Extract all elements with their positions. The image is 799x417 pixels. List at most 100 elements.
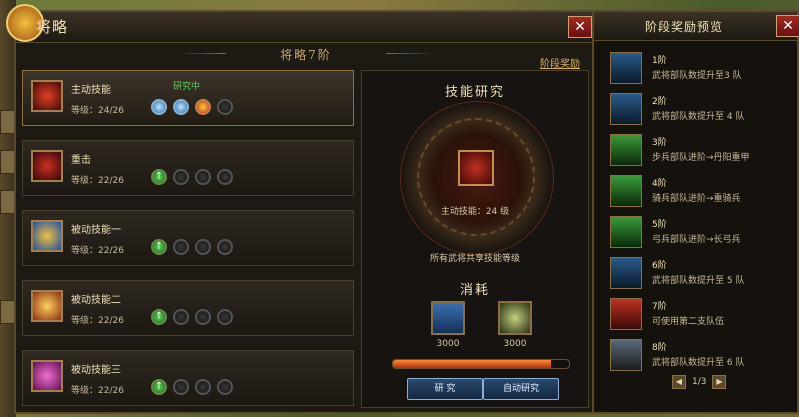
rune-slot-icon[interactable] (151, 99, 167, 115)
troops-icon (610, 52, 642, 84)
skill-name: 被动技能三 (71, 365, 121, 376)
reward-tier: 4阶 (652, 179, 667, 189)
rune-slot-icon[interactable] (195, 239, 211, 255)
skill-rune-slots: ↑ (151, 379, 239, 399)
reward-tier: 3阶 (652, 138, 667, 148)
rune-slot-icon[interactable] (217, 169, 233, 185)
panel-titlebar: 将略 ✕ (6, 4, 592, 43)
skill-name: 被动技能一 (71, 225, 121, 236)
cavalry-icon (610, 175, 642, 207)
reward-item: 2阶 武将部队数提升至 4 队 (610, 91, 786, 129)
strategy-panel: 将略 ✕ 将略7阶 阶段奖励 主动技能 研究中 等级：24/26 重击 等级：2… (6, 4, 594, 414)
pagination: ◀ 1/3 ▶ (672, 375, 727, 389)
skill-row[interactable]: 被动技能一 等级：22/26 ↑ (22, 210, 354, 266)
troops-icon (610, 339, 642, 371)
researching-status: 研究中 (173, 82, 201, 92)
warrior-attack-icon (458, 150, 494, 186)
prev-page-icon[interactable]: ◀ (672, 375, 686, 389)
troops-icon (610, 257, 642, 289)
research-skill-level: 主动技能：24 级 (440, 207, 510, 217)
reward-tier: 2阶 (652, 97, 667, 107)
rune-slot-icon[interactable] (173, 239, 189, 255)
reward-tier: 6阶 (652, 261, 667, 271)
skill-name: 被动技能二 (71, 295, 121, 306)
skill-name: 重击 (71, 155, 91, 166)
reward-tier: 5阶 (652, 220, 667, 230)
skill-level: 等级：22/26 (71, 246, 124, 256)
token-icon[interactable] (498, 301, 532, 335)
skill-rune-slots: ↑ (151, 309, 239, 329)
rune-slot-icon[interactable] (173, 379, 189, 395)
reward-preview-panel: 阶段奖励预览 ✕ 1阶 武将部队数提升至3 队 2阶 武将部队数提升至 4 队 … (592, 10, 799, 414)
rune-slot-icon[interactable] (195, 99, 211, 115)
rune-slot-icon[interactable] (217, 379, 233, 395)
close-button[interactable]: ✕ (568, 16, 592, 38)
reward-tier: 1阶 (652, 56, 667, 66)
stage-subtitle: 将略7阶 (176, 46, 386, 63)
skill-rune-slots: ↑ (151, 239, 239, 259)
reward-header: 阶段奖励预览 ✕ (594, 12, 799, 41)
skill-list: 主动技能 研究中 等级：24/26 重击 等级：22/26 ↑ 被动技能一 等级… (22, 70, 354, 408)
reward-text: 武将部队数提升至 4 队 (652, 112, 745, 122)
reward-text: 武将部队数提升至 5 队 (652, 276, 745, 286)
rune-slot-icon[interactable] (195, 379, 211, 395)
reward-text: 步兵部队进阶→丹阳重甲 (652, 153, 750, 163)
progress-fill (393, 360, 552, 368)
reward-item: 4阶 骑兵部队进阶→重骑兵 (610, 173, 786, 211)
reward-item: 5阶 弓兵部队进阶→长弓兵 (610, 214, 786, 252)
cost-amount: 3000 (503, 339, 527, 349)
cost-title: 消耗 (459, 283, 490, 298)
upgrade-arrow-icon[interactable]: ↑ (151, 309, 167, 325)
rune-slot-icon[interactable] (217, 99, 233, 115)
close-button[interactable]: ✕ (776, 15, 799, 37)
rune-slot-icon[interactable] (173, 99, 189, 115)
rune-slot-icon[interactable] (173, 169, 189, 185)
rune-slot-icon[interactable] (217, 239, 233, 255)
second-team-icon (610, 298, 642, 330)
reward-item: 7阶 可使用第二支队伍 (610, 296, 786, 334)
next-page-icon[interactable]: ▶ (712, 375, 727, 389)
skill-row-active[interactable]: 主动技能 研究中 等级：24/26 (22, 70, 354, 126)
research-description: 所有武将共享技能等级 (429, 254, 520, 264)
reward-tier: 7阶 (652, 302, 667, 312)
skill-level: 等级：24/26 (71, 106, 124, 116)
skill-row[interactable]: 被动技能三 等级：22/26 ↑ (22, 350, 354, 406)
reward-text: 可使用第二支队伍 (652, 317, 725, 327)
research-progress-bar (392, 359, 570, 369)
reward-text: 武将部队数提升至3 队 (652, 71, 742, 81)
reward-tier: 8阶 (652, 343, 667, 353)
skill-level: 等级：22/26 (71, 176, 124, 186)
reward-text: 弓兵部队进阶→长弓兵 (652, 235, 741, 245)
skill-rune-slots: ↑ (151, 169, 239, 189)
heavy-strike-icon (31, 150, 63, 182)
skill-rune-slots (151, 99, 239, 119)
skill-row[interactable]: 重击 等级：22/26 ↑ (22, 140, 354, 196)
skill-level: 等级：22/26 (71, 316, 124, 326)
page-indicator: 1/3 (692, 377, 707, 387)
rune-slot-icon[interactable] (217, 309, 233, 325)
research-panel: 技能研究 主动技能：24 级 所有武将共享技能等级 消耗 3000 3000 研… (361, 70, 589, 408)
panel-title: 将略 (36, 18, 69, 36)
skill-row[interactable]: 被动技能二 等级：22/26 ↑ (22, 280, 354, 336)
research-title: 技能研究 (444, 85, 505, 100)
archer-icon (610, 216, 642, 248)
infantry-icon (610, 134, 642, 166)
book-icon[interactable] (431, 301, 465, 335)
rune-slot-icon[interactable] (195, 169, 211, 185)
reward-text: 骑兵部队进阶→重骑兵 (652, 194, 741, 204)
skill-name: 主动技能 (71, 85, 111, 96)
troops-icon (610, 93, 642, 125)
upgrade-arrow-icon[interactable]: ↑ (151, 239, 167, 255)
reward-item: 1阶 武将部队数提升至3 队 (610, 50, 786, 88)
rune-slot-icon[interactable] (195, 309, 211, 325)
upgrade-arrow-icon[interactable]: ↑ (151, 169, 167, 185)
upgrade-arrow-icon[interactable]: ↑ (151, 379, 167, 395)
cost-amount: 3000 (436, 339, 460, 349)
auto-research-button[interactable]: 自动研究 (483, 378, 559, 400)
passive-skill-icon (31, 360, 63, 392)
research-button[interactable]: 研 究 (407, 378, 483, 400)
stage-reward-link[interactable]: 阶段奖励 (540, 55, 580, 70)
reward-title: 阶段奖励预览 (644, 20, 723, 34)
warrior-attack-icon (31, 80, 63, 112)
rune-slot-icon[interactable] (173, 309, 189, 325)
